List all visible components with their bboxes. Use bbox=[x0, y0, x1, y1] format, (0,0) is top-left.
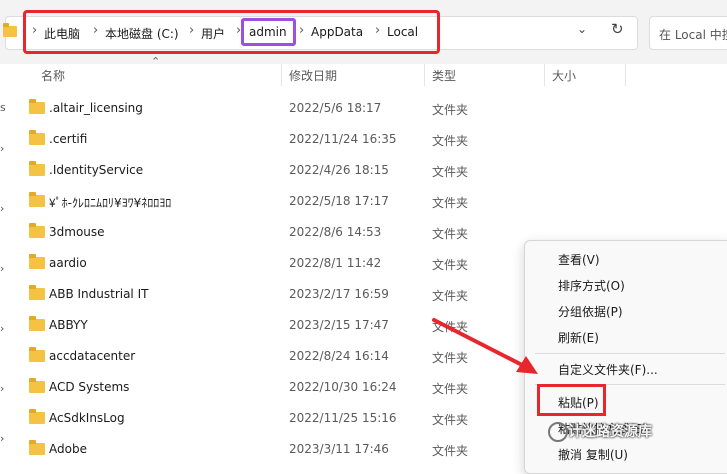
annotation-arrow bbox=[432, 318, 538, 374]
watermark-text: 计迷路资源库 bbox=[568, 424, 652, 440]
watermark-logo-icon bbox=[548, 422, 568, 442]
